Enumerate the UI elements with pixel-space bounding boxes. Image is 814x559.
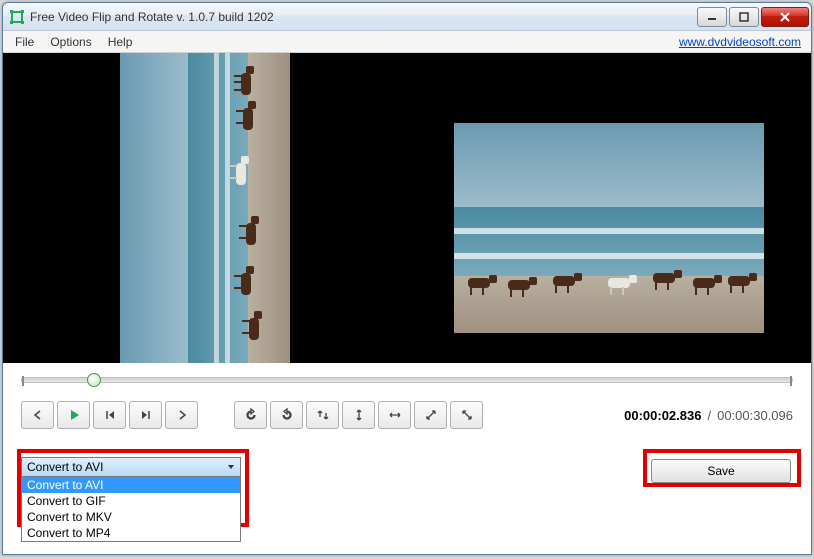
minimize-button[interactable] — [697, 7, 727, 27]
highlight-save — [643, 449, 801, 487]
format-selected-label: Convert to AVI — [27, 460, 103, 474]
chevron-down-icon — [227, 463, 235, 471]
menu-help[interactable]: Help — [100, 33, 141, 51]
preview-result — [407, 53, 811, 363]
website-link[interactable]: www.dvdvideosoft.com — [679, 35, 801, 49]
menu-file[interactable]: File — [7, 33, 42, 51]
format-option[interactable]: Convert to MKV — [22, 509, 240, 525]
app-window: Free Video Flip and Rotate v. 1.0.7 buil… — [2, 2, 812, 555]
menu-options[interactable]: Options — [42, 33, 99, 51]
step-back-button[interactable] — [93, 401, 126, 429]
current-time: 00:00:02.836 — [624, 408, 701, 423]
format-dropdown-list: Convert to AVI Convert to GIF Convert to… — [21, 477, 241, 542]
rotate-cw-button[interactable] — [270, 401, 303, 429]
rotate-180-button[interactable] — [306, 401, 339, 429]
playback-controls — [21, 401, 198, 429]
flip-vertical-button[interactable] — [342, 401, 375, 429]
format-option[interactable]: Convert to AVI — [22, 477, 240, 493]
flip-diag2-button[interactable] — [450, 401, 483, 429]
time-separator: / — [707, 408, 711, 423]
bottom-row: Convert to AVI Convert to AVI Convert to… — [3, 439, 811, 529]
menubar: File Options Help www.dvdvideosoft.com — [3, 31, 811, 53]
maximize-button[interactable] — [729, 7, 759, 27]
play-button[interactable] — [57, 401, 90, 429]
video-preview-area — [3, 53, 811, 363]
format-dropdown-selected[interactable]: Convert to AVI — [21, 457, 241, 477]
format-option[interactable]: Convert to GIF — [22, 493, 240, 509]
rotate-ccw-button[interactable] — [234, 401, 267, 429]
timeline-thumb[interactable] — [87, 373, 101, 387]
controls-row: 00:00:02.836 / 00:00:30.096 — [3, 391, 811, 439]
preview-original — [3, 53, 407, 363]
window-controls — [695, 7, 809, 27]
app-icon — [9, 9, 25, 25]
prev-button[interactable] — [21, 401, 54, 429]
step-forward-button[interactable] — [129, 401, 162, 429]
time-display: 00:00:02.836 / 00:00:30.096 — [624, 408, 793, 423]
flip-diag1-button[interactable] — [414, 401, 447, 429]
transform-controls — [234, 401, 483, 429]
titlebar[interactable]: Free Video Flip and Rotate v. 1.0.7 buil… — [3, 3, 811, 31]
timeline-area — [3, 363, 811, 391]
video-frame-left — [120, 53, 290, 363]
total-time: 00:00:30.096 — [717, 408, 793, 423]
format-dropdown[interactable]: Convert to AVI Convert to AVI Convert to… — [21, 457, 241, 542]
window-title: Free Video Flip and Rotate v. 1.0.7 buil… — [30, 10, 695, 24]
video-frame-right — [454, 123, 764, 333]
format-option[interactable]: Convert to MP4 — [22, 525, 240, 541]
next-button[interactable] — [165, 401, 198, 429]
timeline-slider[interactable] — [21, 377, 793, 383]
flip-horizontal-button[interactable] — [378, 401, 411, 429]
close-button[interactable] — [761, 7, 809, 27]
